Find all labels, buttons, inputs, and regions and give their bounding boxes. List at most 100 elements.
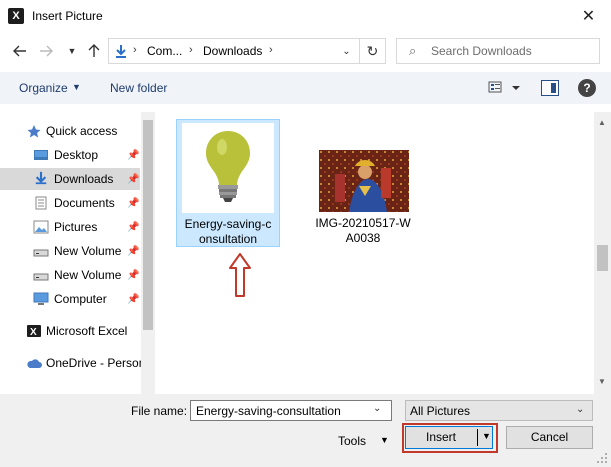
back-button[interactable] [9, 40, 31, 62]
sidebar-item-onedrive[interactable]: OneDrive - Person [0, 352, 145, 374]
close-button[interactable]: ✕ [566, 0, 611, 32]
file-item-img-20210517[interactable]: IMG-20210517-W A0038 [311, 119, 415, 247]
sidebar-item-desktop[interactable]: Desktop 📌 [0, 144, 140, 166]
light-bulb-icon [206, 131, 250, 202]
search-box[interactable]: ⌕ [396, 38, 600, 64]
preview-pane-button[interactable] [541, 80, 559, 96]
breadcrumb-chevron-icon[interactable]: › [269, 44, 273, 56]
file-list[interactable]: Energy-saving-c onsultation IMG-20210517… [163, 112, 594, 394]
sidebar-item-label: Microsoft Excel [46, 324, 128, 338]
breadcrumb-segment[interactable]: Com... [147, 44, 182, 58]
scroll-down-arrow-icon[interactable]: ▼ [598, 377, 606, 386]
pictures-icon [33, 220, 49, 234]
download-folder-icon [115, 44, 127, 61]
forward-button[interactable] [35, 40, 57, 62]
sidebar-item-documents[interactable]: Documents 📌 [0, 192, 140, 214]
address-dropdown-button[interactable]: ⌄ [333, 39, 359, 63]
file-name-line: Energy-saving-c [184, 217, 272, 231]
file-item-energy-saving[interactable]: Energy-saving-c onsultation [176, 119, 280, 247]
sidebar-item-label: Downloads [54, 172, 114, 186]
file-type-value: All Pictures [410, 404, 471, 418]
chevron-down-icon: ⌄ [576, 404, 585, 415]
insert-options-dropdown[interactable]: ▼ [482, 431, 491, 441]
pin-icon[interactable]: 📌 [127, 222, 139, 233]
sidebar-item-computer[interactable]: Computer 📌 [0, 288, 140, 310]
title-bar: X Insert Picture ✕ [0, 0, 611, 32]
chevron-down-icon[interactable]: ⌄ [373, 403, 381, 414]
breadcrumb-chevron-icon[interactable]: › [189, 44, 193, 56]
sidebar-item-new-volume-2[interactable]: New Volume 📌 [0, 264, 140, 286]
pin-icon[interactable]: 📌 [127, 294, 139, 305]
pin-icon[interactable]: 📌 [127, 198, 139, 209]
organize-menu[interactable]: Organize [19, 81, 68, 95]
scroll-up-arrow-icon[interactable]: ▲ [598, 118, 606, 127]
file-name-line: IMG-20210517-W [315, 216, 411, 230]
sidebar-item-label: New Volume [54, 244, 122, 258]
navigation-pane[interactable]: Quick access Desktop 📌 Downloads 📌 Docum… [0, 112, 155, 394]
new-folder-button[interactable]: New folder [110, 81, 167, 95]
sidebar-item-label: Quick access [46, 124, 118, 138]
view-options-icon [488, 81, 520, 93]
excel-app-icon: X [8, 8, 24, 24]
sidebar-item-quick-access[interactable]: Quick access [0, 120, 140, 142]
excel-icon: X [27, 325, 41, 338]
command-bar: Organize ▼ New folder ? [0, 72, 611, 104]
file-name-input[interactable] [194, 402, 372, 419]
preview-pane-icon [551, 83, 556, 93]
chevron-down-icon[interactable]: ▼ [380, 435, 389, 445]
insert-button[interactable]: Insert [406, 427, 476, 448]
star-icon [27, 125, 41, 138]
breadcrumb-chevron-icon[interactable]: › [133, 44, 137, 56]
sidebar-item-label: Computer [54, 292, 107, 306]
svg-text:X: X [30, 327, 37, 338]
sidebar-item-downloads[interactable]: Downloads 📌 [0, 168, 140, 190]
resize-grip-icon[interactable] [596, 452, 608, 464]
chevron-down-icon: ▼ [67, 46, 77, 56]
file-thumbnail [182, 123, 274, 213]
recent-locations-button[interactable]: ▼ [61, 40, 83, 62]
refresh-button[interactable]: ↻ [359, 39, 385, 63]
search-input[interactable] [429, 41, 594, 61]
breadcrumb-segment[interactable]: Downloads [203, 44, 262, 58]
sidebar-item-label: New Volume [54, 268, 122, 282]
refresh-icon: ↻ [366, 42, 379, 59]
file-name-line: onsultation [198, 232, 258, 246]
sidebar-item-new-volume-1[interactable]: New Volume 📌 [0, 240, 140, 262]
forward-arrow-icon [40, 45, 53, 57]
dialog-footer: File name: ⌄ All Pictures ⌄ Tools ▼ Inse… [0, 394, 611, 467]
file-list-scrollbar-thumb[interactable] [597, 245, 608, 271]
drive-icon [33, 249, 49, 257]
help-button[interactable]: ? [578, 79, 596, 97]
drive-icon [33, 273, 49, 281]
pin-icon[interactable]: 📌 [127, 246, 139, 257]
sidebar-item-label: Documents [54, 196, 115, 210]
insert-split-button[interactable]: Insert ▼ [405, 426, 493, 449]
photo-thumbnail [319, 150, 409, 212]
back-arrow-icon [13, 45, 26, 57]
sidebar-item-label: OneDrive - Person [46, 356, 146, 370]
sidebar-item-pictures[interactable]: Pictures 📌 [0, 216, 140, 238]
cancel-button[interactable]: Cancel [506, 426, 593, 449]
desktop-folder-icon [34, 150, 48, 160]
up-button[interactable] [83, 40, 105, 62]
file-type-select[interactable]: All Pictures ⌄ [405, 400, 593, 421]
change-view-button[interactable] [488, 80, 524, 98]
sidebar-item-microsoft-excel[interactable]: X Microsoft Excel [0, 320, 140, 342]
file-name-combobox[interactable]: ⌄ [190, 400, 392, 421]
download-arrow-icon [35, 171, 47, 185]
chevron-down-icon[interactable]: ▼ [72, 82, 81, 92]
search-icon: ⌕ [409, 43, 417, 58]
window-title: Insert Picture [32, 9, 103, 23]
documents-icon [35, 196, 47, 210]
cloud-icon [27, 359, 42, 368]
pin-icon[interactable]: 📌 [127, 150, 139, 161]
computer-icon [33, 292, 49, 305]
chevron-down-icon: ⌄ [342, 45, 351, 57]
address-bar[interactable]: › Com... › Downloads › ⌄ ↻ [108, 38, 386, 64]
pin-icon[interactable]: 📌 [127, 270, 139, 281]
tools-menu[interactable]: Tools [338, 434, 366, 448]
close-icon: ✕ [581, 8, 596, 25]
sidebar-scrollbar-thumb[interactable] [143, 120, 153, 330]
pin-icon[interactable]: 📌 [127, 174, 139, 185]
sidebar-item-label: Desktop [54, 148, 99, 162]
